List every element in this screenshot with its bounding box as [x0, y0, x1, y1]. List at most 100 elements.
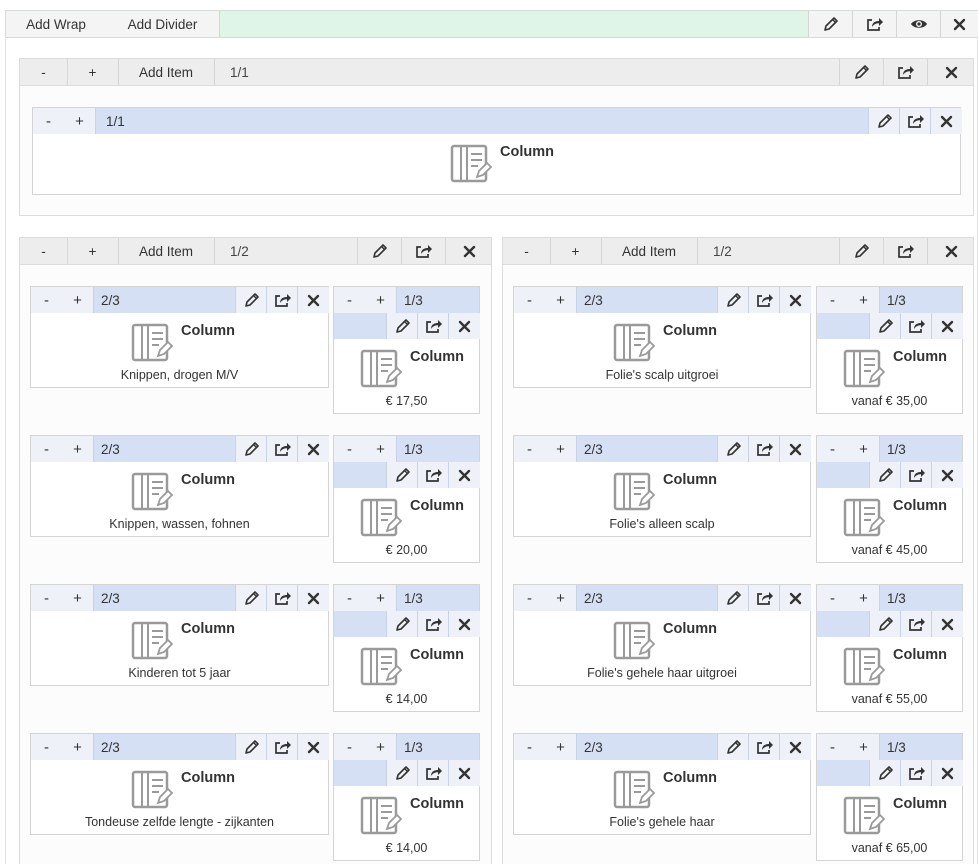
increase-button[interactable]: + — [545, 734, 577, 760]
remove-button[interactable] — [297, 734, 329, 760]
decrease-button[interactable]: - — [817, 287, 849, 313]
remove-button[interactable] — [445, 238, 492, 264]
increase-button[interactable]: + — [365, 287, 397, 313]
remove-button[interactable] — [930, 108, 962, 134]
edit-button[interactable] — [869, 760, 901, 786]
increase-button[interactable]: + — [848, 585, 880, 611]
increase-button[interactable]: + — [62, 436, 94, 462]
decrease-button[interactable]: - — [31, 585, 63, 611]
edit-button[interactable] — [868, 108, 900, 134]
decrease-button[interactable]: - — [334, 734, 366, 760]
edit-button[interactable] — [869, 313, 901, 339]
edit-button[interactable] — [386, 462, 418, 488]
remove-wrap-button[interactable] — [940, 11, 978, 37]
decrease-button[interactable]: - — [20, 238, 68, 264]
edit-button[interactable] — [235, 585, 267, 611]
increase-button[interactable]: + — [545, 287, 577, 313]
increase-button[interactable]: + — [67, 238, 119, 264]
decrease-button[interactable]: - — [817, 734, 849, 760]
edit-button[interactable] — [386, 611, 418, 637]
export-button[interactable] — [900, 462, 932, 488]
edit-button[interactable] — [235, 436, 267, 462]
export-button[interactable] — [417, 462, 449, 488]
export-button[interactable] — [900, 611, 932, 637]
increase-button[interactable]: + — [365, 734, 397, 760]
remove-button[interactable] — [779, 287, 811, 313]
remove-button[interactable] — [297, 287, 329, 313]
remove-button[interactable] — [931, 760, 963, 786]
export-button[interactable] — [748, 585, 780, 611]
export-button[interactable] — [748, 436, 780, 462]
decrease-button[interactable]: - — [514, 436, 546, 462]
edit-wrap-button[interactable] — [808, 11, 853, 37]
remove-button[interactable] — [448, 611, 480, 637]
increase-button[interactable]: + — [848, 734, 880, 760]
edit-button[interactable] — [869, 462, 901, 488]
decrease-button[interactable]: - — [20, 59, 68, 85]
add-item-button[interactable]: Add Item — [601, 238, 698, 264]
export-button[interactable] — [266, 436, 298, 462]
remove-button[interactable] — [927, 59, 974, 85]
edit-button[interactable] — [717, 734, 749, 760]
increase-button[interactable]: + — [365, 585, 397, 611]
edit-button[interactable] — [839, 238, 884, 264]
decrease-button[interactable]: - — [514, 734, 546, 760]
remove-button[interactable] — [448, 313, 480, 339]
preview-wrap-button[interactable] — [896, 11, 941, 37]
decrease-button[interactable]: - — [31, 734, 63, 760]
export-button[interactable] — [900, 313, 932, 339]
increase-button[interactable]: + — [62, 287, 94, 313]
export-button[interactable] — [266, 734, 298, 760]
add-divider-button[interactable]: Add Divider — [106, 11, 220, 37]
remove-button[interactable] — [779, 585, 811, 611]
remove-button[interactable] — [931, 611, 963, 637]
increase-button[interactable]: + — [545, 436, 577, 462]
decrease-button[interactable]: - — [31, 287, 63, 313]
remove-button[interactable] — [448, 462, 480, 488]
increase-button[interactable]: + — [848, 287, 880, 313]
edit-button[interactable] — [386, 760, 418, 786]
edit-button[interactable] — [839, 59, 884, 85]
increase-button[interactable]: + — [365, 436, 397, 462]
edit-button[interactable] — [235, 734, 267, 760]
export-button[interactable] — [883, 59, 928, 85]
increase-button[interactable]: + — [62, 585, 94, 611]
increase-button[interactable]: + — [64, 108, 96, 134]
remove-button[interactable] — [779, 436, 811, 462]
export-button[interactable] — [266, 585, 298, 611]
export-button[interactable] — [748, 734, 780, 760]
add-item-button[interactable]: Add Item — [118, 238, 215, 264]
export-button[interactable] — [417, 611, 449, 637]
edit-button[interactable] — [235, 287, 267, 313]
decrease-button[interactable]: - — [514, 287, 546, 313]
increase-button[interactable]: + — [550, 238, 602, 264]
edit-button[interactable] — [717, 585, 749, 611]
edit-button[interactable] — [717, 287, 749, 313]
decrease-button[interactable]: - — [334, 585, 366, 611]
increase-button[interactable]: + — [848, 436, 880, 462]
increase-button[interactable]: + — [67, 59, 119, 85]
remove-button[interactable] — [927, 238, 974, 264]
remove-button[interactable] — [931, 313, 963, 339]
increase-button[interactable]: + — [545, 585, 577, 611]
edit-button[interactable] — [717, 436, 749, 462]
decrease-button[interactable]: - — [817, 436, 849, 462]
edit-button[interactable] — [869, 611, 901, 637]
decrease-button[interactable]: - — [334, 287, 366, 313]
add-wrap-button[interactable]: Add Wrap — [6, 11, 107, 37]
increase-button[interactable]: + — [62, 734, 94, 760]
export-button[interactable] — [266, 287, 298, 313]
edit-button[interactable] — [386, 313, 418, 339]
export-button[interactable] — [900, 760, 932, 786]
decrease-button[interactable]: - — [514, 585, 546, 611]
export-button[interactable] — [401, 238, 446, 264]
export-button[interactable] — [417, 760, 449, 786]
decrease-button[interactable]: - — [33, 108, 65, 134]
add-item-button[interactable]: Add Item — [118, 59, 215, 85]
export-button[interactable] — [899, 108, 931, 134]
remove-button[interactable] — [779, 734, 811, 760]
remove-button[interactable] — [448, 760, 480, 786]
export-button[interactable] — [417, 313, 449, 339]
remove-button[interactable] — [297, 436, 329, 462]
export-wrap-button[interactable] — [852, 11, 897, 37]
